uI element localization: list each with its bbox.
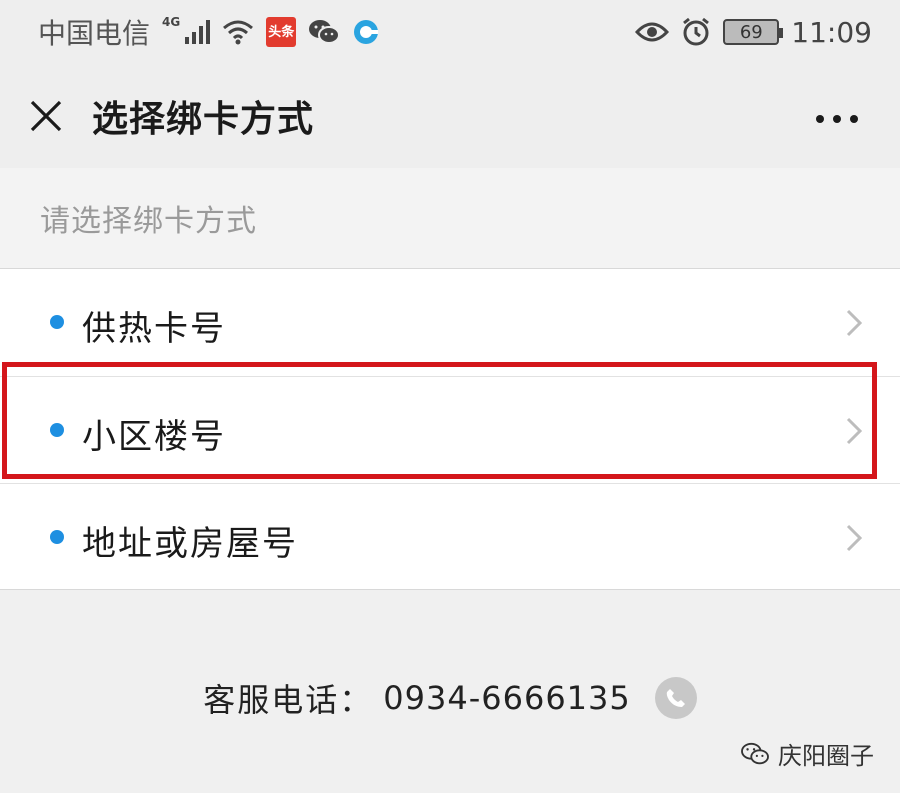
watermark: 庆阳圈子 xyxy=(740,736,874,771)
clock-time: 11:09 xyxy=(791,15,872,49)
status-bar: 中国电信 4G 头条 69 11:09 xyxy=(0,0,900,64)
chevron-right-icon xyxy=(846,309,862,337)
page-header: 选择绑卡方式 xyxy=(0,64,900,168)
chevron-right-icon xyxy=(846,524,862,552)
wechat-logo-icon xyxy=(741,742,769,764)
bullet-dot-icon xyxy=(50,315,64,329)
close-button[interactable] xyxy=(28,98,64,134)
bullet-dot-icon xyxy=(50,423,64,437)
chevron-right-icon xyxy=(846,417,862,445)
option-community-building-number[interactable]: 小区楼号 xyxy=(0,376,900,483)
close-icon xyxy=(30,100,62,132)
option-address-or-room-number[interactable]: 地址或房屋号 xyxy=(0,483,900,590)
option-label: 供热卡号 xyxy=(82,309,226,349)
watermark-text: 庆阳圈子 xyxy=(778,742,874,770)
signal-icon xyxy=(184,19,211,45)
binding-method-list: 供热卡号 小区楼号 地址或房屋号 xyxy=(0,268,900,590)
call-button[interactable] xyxy=(654,677,697,719)
wechat-icon xyxy=(308,18,341,46)
carrier-name: 中国电信 xyxy=(38,17,151,50)
bullet-dot-icon xyxy=(50,530,64,544)
option-label: 小区楼号 xyxy=(82,417,226,457)
network-type: 4G xyxy=(162,15,181,29)
browser-icon xyxy=(352,18,380,46)
section-label: 请选择绑卡方式 xyxy=(40,204,257,239)
eye-comfort-icon xyxy=(635,20,670,44)
option-label: 地址或房屋号 xyxy=(82,524,298,564)
more-button[interactable] xyxy=(814,110,860,123)
support-label: 客服电话： xyxy=(203,681,374,719)
section-header: 请选择绑卡方式 xyxy=(0,168,900,268)
status-bar-left: 中国电信 4G 头条 xyxy=(38,12,380,52)
page-title: 选择绑卡方式 xyxy=(92,99,315,140)
battery-indicator: 69 xyxy=(723,19,784,45)
wifi-icon xyxy=(222,19,254,45)
option-heating-card-number[interactable]: 供热卡号 xyxy=(0,269,900,376)
phone-icon xyxy=(666,689,685,707)
customer-service-line: 客服电话： 0934-6666135 xyxy=(0,660,900,736)
alarm-icon xyxy=(681,17,711,47)
status-bar-right: 69 11:09 xyxy=(635,16,872,49)
more-icon xyxy=(816,115,858,123)
support-phone-number[interactable]: 0934-6666135 xyxy=(383,679,631,717)
toutiao-app-icon: 头条 xyxy=(266,17,297,47)
